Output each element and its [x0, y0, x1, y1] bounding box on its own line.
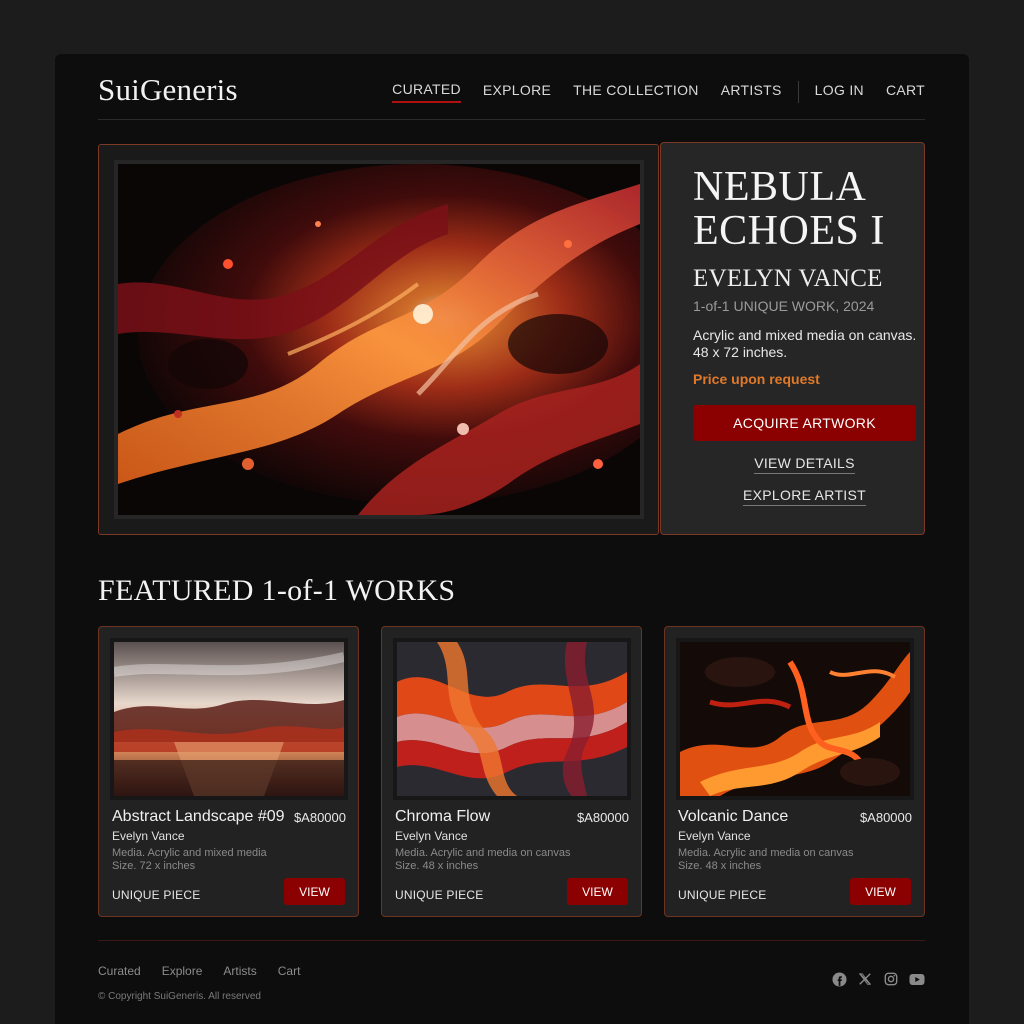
page-frame: SuiGeneris CURATED EXPLORE THE COLLECTIO… [55, 54, 969, 1024]
description-line-2: 48 x 72 inches. [693, 344, 788, 360]
card-price: $A80000 [859, 810, 912, 825]
card-artist: Evelyn Vance [395, 829, 468, 843]
footer-link-curated[interactable]: Curated [98, 964, 141, 978]
card-view-button[interactable]: VIEW [284, 878, 345, 905]
card-view-button[interactable]: VIEW [567, 878, 628, 905]
card-price: $A80000 [293, 810, 346, 825]
card-title[interactable]: Chroma Flow [395, 808, 490, 826]
footer-nav: Curated Explore Artists Cart [98, 964, 321, 978]
instagram-icon[interactable] [883, 971, 899, 987]
footer-link-cart[interactable]: Cart [278, 964, 301, 978]
card-artist: Evelyn Vance [678, 829, 751, 843]
featured-section-title: FEATURED 1-of-1 WORKS [98, 574, 456, 607]
artwork-card[interactable]: Abstract Landscape #09 $A80000 Evelyn Va… [98, 626, 359, 917]
artwork-title: NEBULA ECHOES I [693, 165, 885, 253]
nav-divider [797, 81, 799, 103]
site-header: SuiGeneris CURATED EXPLORE THE COLLECTIO… [98, 54, 925, 120]
card-view-button[interactable]: VIEW [850, 878, 911, 905]
card-unique-badge: UNIQUE PIECE [678, 888, 767, 902]
hero-info-panel: NEBULA ECHOES I EVELYN VANCE 1-of-1 UNIQ… [660, 142, 925, 535]
explore-artist-label: EXPLORE ARTIST [743, 487, 866, 506]
nav-cart[interactable]: CART [886, 82, 925, 102]
price-label: Price upon request [693, 371, 820, 387]
footer-link-artists[interactable]: Artists [223, 964, 256, 978]
nav-artists[interactable]: ARTISTS [721, 82, 782, 102]
card-media: Media. Acrylic and media on canvas [395, 847, 571, 859]
explore-artist-link[interactable]: EXPLORE ARTIST [693, 487, 916, 506]
footer-divider [98, 940, 925, 941]
card-artist: Evelyn Vance [112, 829, 185, 843]
main-nav: CURATED EXPLORE THE COLLECTION ARTISTS L… [392, 81, 925, 103]
copyright-text: © Copyright SuiGeneris. All reserved [98, 991, 261, 1002]
card-artwork-image[interactable] [110, 638, 348, 800]
card-title[interactable]: Abstract Landscape #09 [112, 808, 285, 826]
artwork-card[interactable]: Chroma Flow $A80000 Evelyn Vance Media. … [381, 626, 642, 917]
footer-link-explore[interactable]: Explore [162, 964, 203, 978]
facebook-icon[interactable] [831, 971, 847, 987]
card-title[interactable]: Volcanic Dance [678, 808, 788, 826]
nav-curated[interactable]: CURATED [392, 81, 461, 103]
youtube-icon[interactable] [909, 971, 925, 987]
logo[interactable]: SuiGeneris [98, 72, 238, 108]
card-artwork-image[interactable] [676, 638, 914, 800]
card-price: $A80000 [576, 810, 629, 825]
view-details-label: VIEW DETAILS [754, 455, 855, 474]
card-media: Media. Acrylic and mixed media [112, 847, 267, 859]
artwork-card[interactable]: Volcanic Dance $A80000 Evelyn Vance Medi… [664, 626, 925, 917]
card-size: Size. 48 x inches [678, 860, 762, 872]
card-unique-badge: UNIQUE PIECE [395, 888, 484, 902]
card-media: Media. Acrylic and media on canvas [678, 847, 854, 859]
nav-explore[interactable]: EXPLORE [483, 82, 551, 102]
nav-log-in[interactable]: LOG IN [815, 82, 864, 102]
card-size: Size. 72 x inches [112, 860, 196, 872]
hero-artwork-frame [98, 144, 659, 535]
artwork-title-line-1: NEBULA [693, 164, 867, 210]
artist-name: EVELYN VANCE [693, 265, 883, 292]
card-artwork-image[interactable] [393, 638, 631, 800]
hero-artwork-image[interactable] [114, 160, 644, 519]
card-size: Size. 48 x inches [395, 860, 479, 872]
artwork-description: Acrylic and mixed media on canvas. 48 x … [693, 327, 918, 361]
edition-info: 1-of-1 UNIQUE WORK, 2024 [693, 298, 875, 314]
social-links [831, 971, 935, 987]
x-icon[interactable] [857, 971, 873, 987]
view-details-link[interactable]: VIEW DETAILS [693, 455, 916, 474]
description-line-1: Acrylic and mixed media on canvas. [693, 327, 917, 343]
artwork-title-line-2: ECHOES I [693, 208, 885, 254]
acquire-artwork-button[interactable]: ACQUIRE ARTWORK [693, 405, 916, 441]
nav-the-collection[interactable]: THE COLLECTION [573, 82, 699, 102]
card-unique-badge: UNIQUE PIECE [112, 888, 201, 902]
